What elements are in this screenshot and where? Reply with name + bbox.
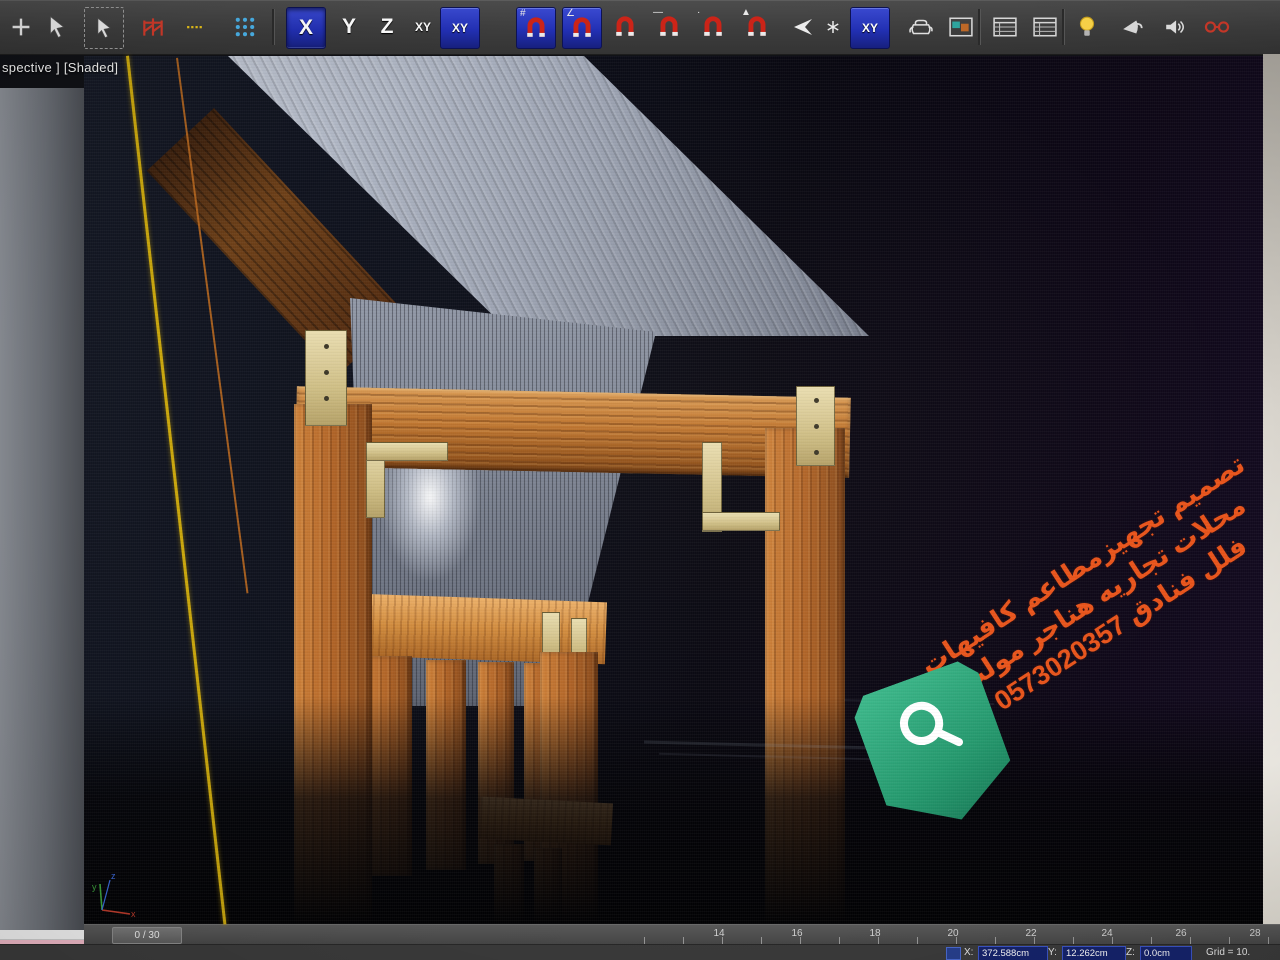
timeline-tick: 20 <box>942 928 964 939</box>
timeline-tick: 28 <box>1244 928 1266 939</box>
angle-snap-icon[interactable]: ∠ <box>562 7 602 49</box>
snap-tri-icon[interactable]: ▲ <box>738 7 776 47</box>
snap-point-icon[interactable]: · <box>694 7 732 47</box>
timeline-tick: 16 <box>786 928 808 939</box>
x-coord-field[interactable]: 372.588cm <box>978 946 1048 960</box>
left-bezel-panel <box>0 88 85 930</box>
timeline-tick: 22 <box>1020 928 1042 939</box>
corner-bracket <box>702 512 780 531</box>
scaffold-icon[interactable] <box>134 7 172 47</box>
dialog-list-icon[interactable] <box>1026 7 1064 47</box>
select-cursor-icon[interactable] <box>38 7 76 47</box>
listener-row <box>0 930 84 940</box>
xy-snap-button[interactable]: XY <box>440 7 480 49</box>
asterisk-icon[interactable] <box>818 7 848 47</box>
z-coord-field[interactable]: 0.0cm <box>1140 946 1192 960</box>
plus-icon[interactable] <box>2 7 40 47</box>
glasses-icon[interactable] <box>1198 7 1236 47</box>
viewport-label[interactable]: spective ] [Shaded] <box>2 60 118 75</box>
floor-shadow <box>84 696 1264 924</box>
render-window-icon[interactable] <box>942 7 980 47</box>
toolbar-separator <box>272 9 275 45</box>
xy-snap2-label: XY <box>862 21 878 35</box>
y-coord-label: Y: <box>1048 947 1057 958</box>
timeline-track[interactable]: 0 / 30 14 16 18 20 22 24 26 28 <box>84 924 1280 945</box>
timeline-tick: 24 <box>1096 928 1118 939</box>
main-toolbar: ▪▪▪▪ X Y Z XY XY # ∠ — · ▲ XY <box>0 0 1280 55</box>
transform-typein-icon[interactable] <box>946 947 961 960</box>
xy-snap-label: XY <box>452 21 468 35</box>
gizmo-z-label: z <box>111 871 116 881</box>
timeline-tick: 26 <box>1170 928 1192 939</box>
x-constraint-label: X <box>299 16 313 40</box>
snap-dots-icon[interactable] <box>226 7 264 47</box>
y-constraint-label: Y <box>342 15 356 39</box>
snap-toggle-icon[interactable]: # <box>516 7 556 49</box>
speaker-icon[interactable] <box>1156 7 1194 47</box>
mirror-arrow-icon[interactable] <box>784 7 822 47</box>
xy-plane-button[interactable]: XY <box>404 7 442 47</box>
right-bezel-edge <box>1263 54 1280 940</box>
y-coord-field[interactable]: 12.262cm <box>1062 946 1126 960</box>
percent-snap-icon[interactable] <box>606 7 644 47</box>
gizmo-x-label: x <box>131 909 136 919</box>
timeline-tick: 14 <box>708 928 730 939</box>
corner-bracket <box>305 330 347 426</box>
x-coord-label: X: <box>964 947 973 958</box>
z-constraint-label: Z <box>381 15 394 39</box>
gizmo-y-label: y <box>92 882 97 892</box>
dialog-grid-icon[interactable] <box>986 7 1024 47</box>
y-constraint-button[interactable]: Y <box>330 7 368 47</box>
toolbar-separator <box>1062 9 1065 45</box>
perspective-viewport[interactable]: x y z تصميم تجهيزمطاعم كافيهات محلات تجا… <box>84 56 1264 924</box>
grid-size-label: Grid = 10. <box>1206 947 1250 958</box>
z-constraint-button[interactable]: Z <box>368 7 406 47</box>
corner-bracket <box>796 386 835 466</box>
corner-bracket <box>366 442 448 461</box>
xy-snap2-button[interactable]: XY <box>850 7 890 49</box>
timeline-tick: 18 <box>864 928 886 939</box>
screen: ▪▪▪▪ X Y Z XY XY # ∠ — · ▲ XY <box>0 0 1280 960</box>
x-constraint-button[interactable]: X <box>286 7 326 49</box>
snap-line-icon[interactable]: — <box>650 7 688 47</box>
toolbar-separator <box>978 9 981 45</box>
bulb-icon[interactable] <box>1068 7 1106 47</box>
viewport-axis-gizmo: x y z <box>90 868 138 924</box>
z-coord-label: Z: <box>1126 947 1135 958</box>
status-bar: X: 372.588cm Y: 12.262cm Z: 0.0cm Grid =… <box>0 944 1280 960</box>
xy-plane-label: XY <box>415 20 431 34</box>
teapot-icon[interactable] <box>902 7 940 47</box>
select-region-cursor-icon[interactable] <box>84 7 124 49</box>
magnifier-icon <box>888 688 970 770</box>
horn-icon[interactable] <box>1114 7 1152 47</box>
marker-dashes-icon[interactable]: ▪▪▪▪ <box>176 7 214 47</box>
time-slider[interactable]: 0 / 30 <box>112 927 182 944</box>
